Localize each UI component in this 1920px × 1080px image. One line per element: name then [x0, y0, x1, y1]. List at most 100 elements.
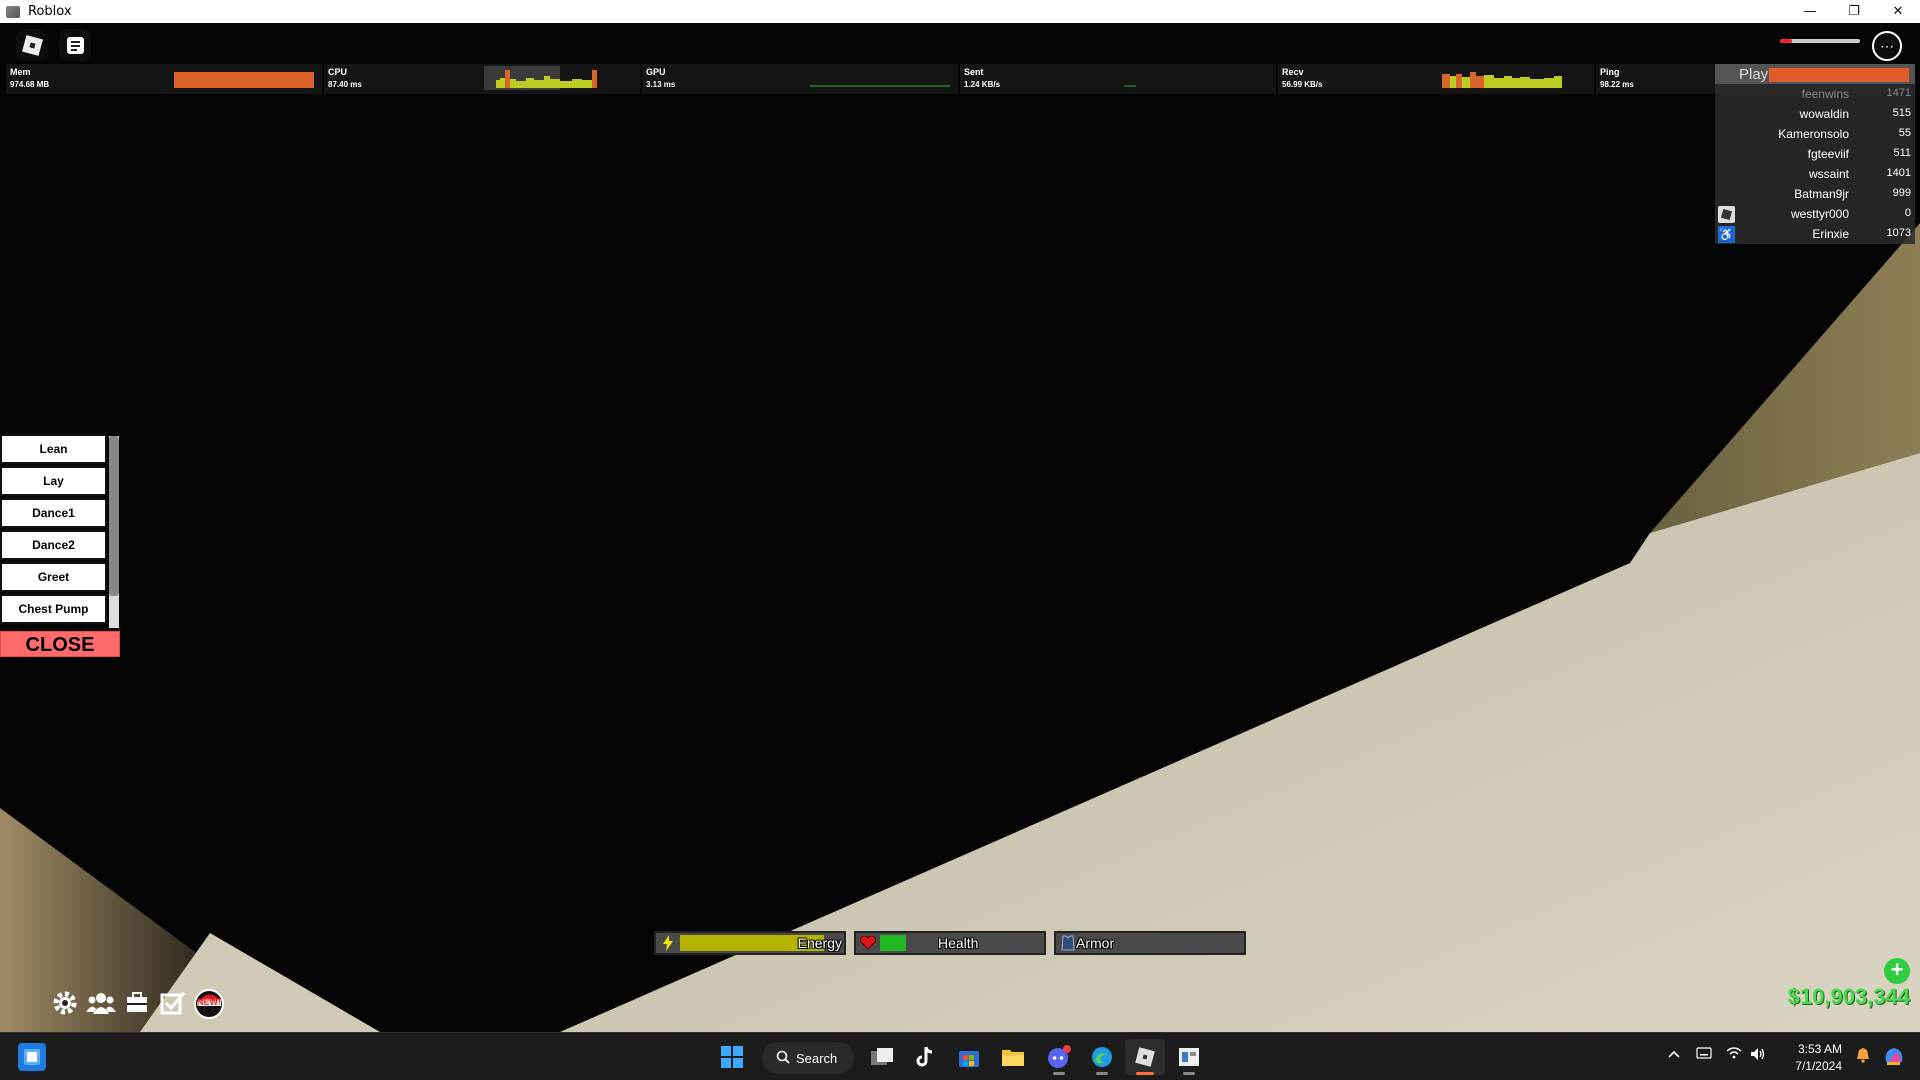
sent-graph: [1124, 85, 1136, 87]
copilot-icon[interactable]: [1882, 1044, 1906, 1071]
player-stat: 0: [1904, 207, 1911, 219]
perf-label: GPU: [646, 67, 666, 77]
perf-label: Ping: [1600, 67, 1620, 77]
player-row[interactable]: Batman9jr 999: [1715, 184, 1915, 204]
check-icon[interactable]: [156, 986, 190, 1020]
perf-value: 974.68 MB: [10, 80, 50, 89]
gpu-graph: [810, 85, 950, 87]
window-titlebar: Roblox — ❐ ✕: [0, 0, 1920, 23]
roblox-menu-button[interactable]: [16, 29, 48, 61]
chat-button[interactable]: [59, 29, 91, 61]
player-row[interactable]: feenwins 1471: [1715, 84, 1915, 104]
microsoft-store-icon[interactable]: [949, 1039, 989, 1075]
armor-label: Armor: [1076, 935, 1115, 951]
tiktok-icon[interactable]: [905, 1039, 945, 1075]
emote-scrollbar[interactable]: [109, 436, 119, 628]
perf-value: 3.13 ms: [646, 80, 676, 89]
player-row[interactable]: westtyr000 0: [1715, 204, 1915, 224]
perf-label: Mem: [10, 67, 31, 77]
windows-start-icon[interactable]: [712, 1039, 752, 1075]
perf-value: 56.99 KB/s: [1282, 80, 1323, 89]
restore-button[interactable]: ❐: [1832, 0, 1876, 23]
player-list: Play feenwins 1471 wowaldin 515 Kamerons…: [1715, 64, 1915, 244]
player-stat: 55: [1898, 127, 1911, 139]
player-name: Kameronsolo: [1778, 127, 1849, 141]
player-name: fgteeviif: [1807, 147, 1849, 161]
clock-date: 7/1/2024: [1795, 1059, 1842, 1073]
search-icon: [776, 1050, 790, 1067]
game-terrain: [0, 223, 1920, 1032]
accessibility-icon: ♿: [1718, 226, 1735, 243]
game-viewport[interactable]: [0, 23, 1920, 1032]
discord-icon[interactable]: [1039, 1039, 1079, 1075]
edge-icon[interactable]: [1082, 1039, 1122, 1075]
close-window-button[interactable]: ✕: [1876, 0, 1920, 23]
perf-cpu[interactable]: CPU 87.40 ms: [324, 64, 640, 94]
window-controls: — ❐ ✕: [1788, 0, 1920, 23]
perf-recv[interactable]: Recv 56.99 KB/s: [1278, 64, 1594, 94]
armor-vest-icon: [1058, 934, 1078, 952]
notification-bell-icon[interactable]: [1856, 1047, 1870, 1066]
player-list-stat-bar: [1769, 68, 1909, 82]
widgets-icon[interactable]: [18, 1043, 46, 1071]
more-options-button[interactable]: ⋯: [1872, 31, 1902, 61]
perf-mem[interactable]: Mem 974.68 MB: [6, 64, 322, 94]
keyboard-icon[interactable]: [1696, 1047, 1712, 1062]
emote-menu: Lean Lay Dance1 Dance2 Greet Chest Pump …: [0, 434, 120, 657]
player-row[interactable]: ♿ Erinxie 1073: [1715, 224, 1915, 244]
emote-dance2-button[interactable]: Dance2: [0, 530, 107, 560]
perf-value: 1.24 KB/s: [964, 80, 1001, 89]
window-title: Roblox: [28, 4, 72, 19]
player-list-header: Play: [1715, 64, 1915, 84]
clock[interactable]: 3:53 AM 7/1/2024: [1795, 1041, 1842, 1075]
performance-stats-bar: Mem 974.68 MB CPU 87.40 ms GPU 3.13 ms S…: [6, 64, 1914, 94]
perf-value: 87.40 ms: [328, 80, 362, 89]
wifi-icon[interactable]: [1726, 1047, 1742, 1062]
windows-taskbar: Search 3:53 AM 7/1/2024: [0, 1032, 1920, 1080]
perf-gpu[interactable]: GPU 3.13 ms: [642, 64, 958, 94]
perf-sent[interactable]: Sent 1.24 KB/s: [960, 64, 1276, 94]
player-name: feenwins: [1801, 87, 1849, 101]
task-view-icon[interactable]: [862, 1039, 902, 1075]
santa-hat-icon[interactable]: NEW!: [192, 986, 226, 1020]
perf-value: 98.22 ms: [1600, 80, 1634, 89]
player-stat: 1401: [1886, 167, 1911, 179]
gear-icon[interactable]: [48, 986, 82, 1020]
emote-dance1-button[interactable]: Dance1: [0, 498, 107, 528]
roblox-studio-icon[interactable]: [1169, 1039, 1209, 1075]
roblox-logo-icon: [21, 34, 43, 56]
inventory-icon[interactable]: [120, 986, 154, 1020]
player-row[interactable]: wssaint 1401: [1715, 164, 1915, 184]
taskbar-search[interactable]: Search: [762, 1042, 854, 1074]
emote-chest-pump-button[interactable]: Chest Pump: [0, 594, 107, 624]
chat-icon: [66, 36, 84, 54]
volume-indicator: [1780, 39, 1860, 43]
energy-bar: Energy: [654, 931, 846, 955]
roblox-app-icon: [6, 5, 20, 18]
player-name: Batman9jr: [1794, 187, 1849, 201]
emote-lean-button[interactable]: Lean: [0, 434, 107, 464]
player-row[interactable]: fgteeviif 511: [1715, 144, 1915, 164]
friends-icon[interactable]: [84, 986, 118, 1020]
file-explorer-icon[interactable]: [993, 1039, 1033, 1075]
health-fill: [880, 935, 906, 951]
minimize-button[interactable]: —: [1788, 0, 1832, 23]
close-emote-menu-button[interactable]: CLOSE: [0, 631, 120, 657]
add-cash-button[interactable]: +: [1884, 958, 1910, 984]
emote-greet-button[interactable]: Greet: [0, 562, 107, 592]
roblox-icon[interactable]: [1125, 1039, 1165, 1075]
player-name: westtyr000: [1790, 207, 1849, 221]
cpu-graph: [484, 66, 597, 90]
hud-toolbar: NEW!: [48, 986, 228, 1020]
player-name: wowaldin: [1799, 107, 1849, 121]
player-row[interactable]: Kameronsolo 55: [1715, 124, 1915, 144]
player-row[interactable]: wowaldin 515: [1715, 104, 1915, 124]
energy-label: Energy: [797, 935, 842, 951]
emote-lay-button[interactable]: Lay: [0, 466, 107, 496]
volume-icon[interactable]: [1750, 1047, 1766, 1064]
health-label: Health: [938, 935, 979, 951]
lightning-icon: [658, 934, 678, 952]
chevron-up-icon[interactable]: [1668, 1047, 1680, 1062]
clock-time: 3:53 AM: [1797, 1042, 1842, 1056]
recv-graph: [1442, 72, 1562, 88]
